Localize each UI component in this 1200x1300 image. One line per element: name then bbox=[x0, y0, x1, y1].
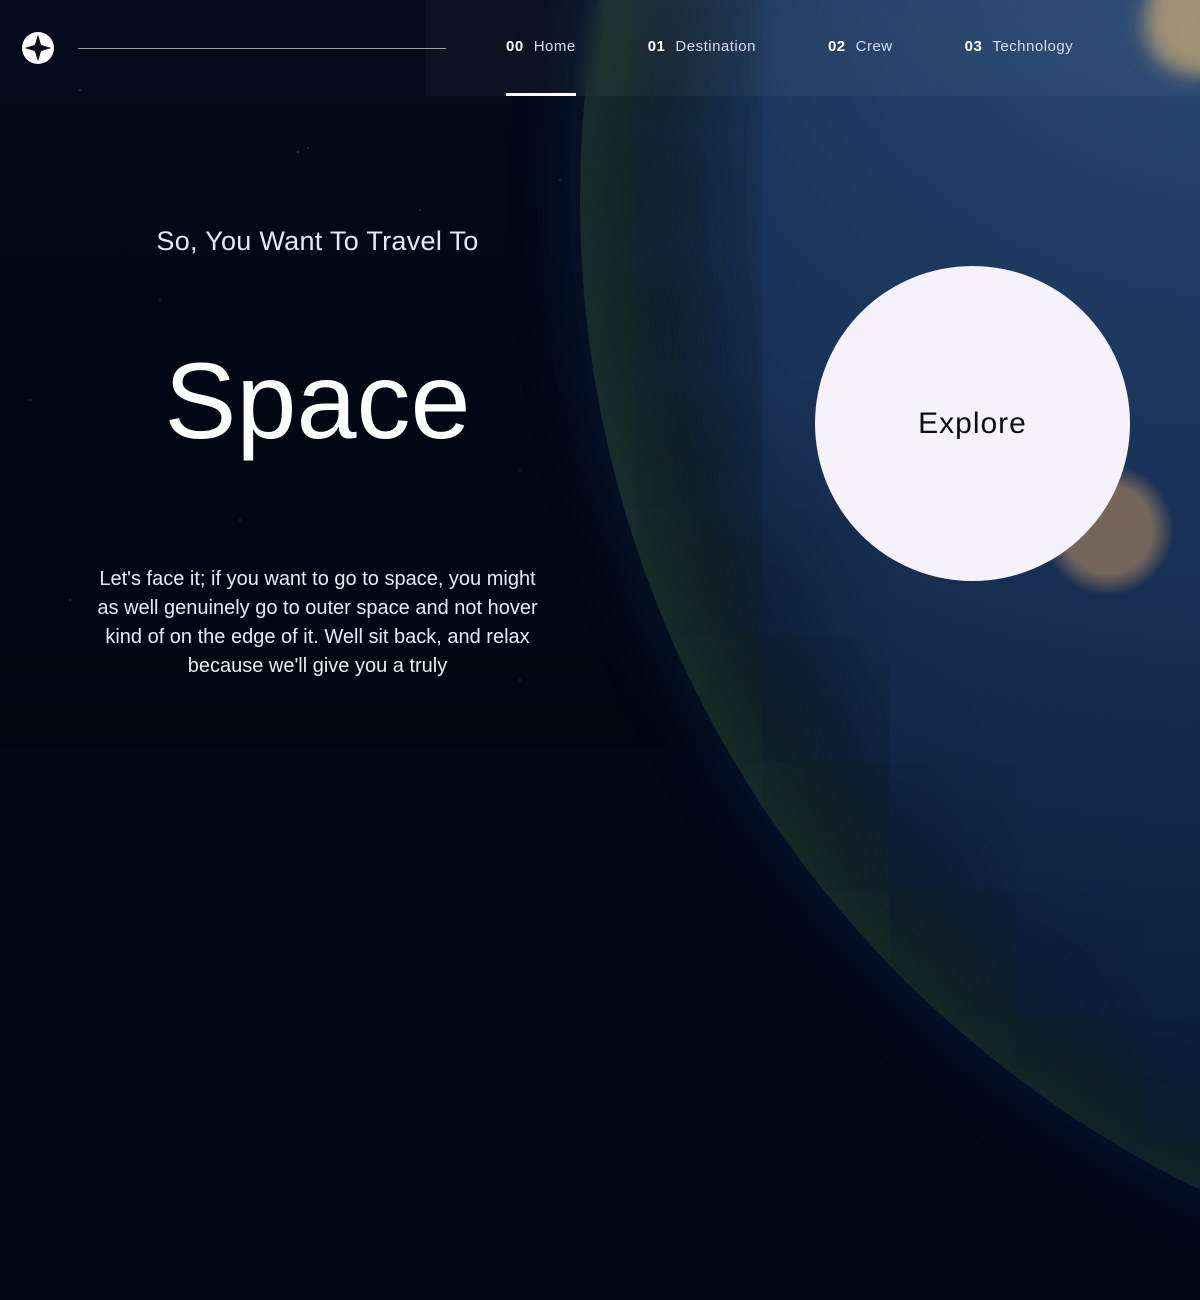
nav-label: Technology bbox=[992, 38, 1073, 55]
nav-index: 03 bbox=[965, 38, 983, 55]
explore-label: Explore bbox=[918, 407, 1027, 441]
primary-nav: 00 Home 01 Destination 02 Crew 03 Techno… bbox=[426, 0, 1200, 96]
nav-technology[interactable]: 03 Technology bbox=[965, 0, 1074, 96]
nav-home[interactable]: 00 Home bbox=[506, 0, 576, 96]
nav-index: 00 bbox=[506, 38, 524, 55]
nav-index: 01 bbox=[648, 38, 666, 55]
nav-index: 02 bbox=[828, 38, 846, 55]
nav-destination[interactable]: 01 Destination bbox=[648, 0, 756, 96]
hero-body: Let's face it; if you want to go to spac… bbox=[40, 565, 595, 681]
nav-label: Home bbox=[534, 38, 576, 55]
explore-button[interactable]: Explore bbox=[815, 266, 1130, 581]
hero-eyebrow: So, You Want To Travel To bbox=[40, 226, 595, 257]
nav-label: Crew bbox=[856, 38, 893, 55]
hero-section: So, You Want To Travel To Space Let's fa… bbox=[0, 96, 1200, 681]
site-header: 00 Home 01 Destination 02 Crew 03 Techno… bbox=[0, 0, 1200, 96]
header-divider bbox=[78, 48, 446, 49]
nav-crew[interactable]: 02 Crew bbox=[828, 0, 893, 96]
hero-copy: So, You Want To Travel To Space Let's fa… bbox=[40, 226, 595, 681]
nav-label: Destination bbox=[675, 38, 756, 55]
logo-star-icon bbox=[22, 32, 54, 64]
hero-title: Space bbox=[40, 347, 595, 455]
